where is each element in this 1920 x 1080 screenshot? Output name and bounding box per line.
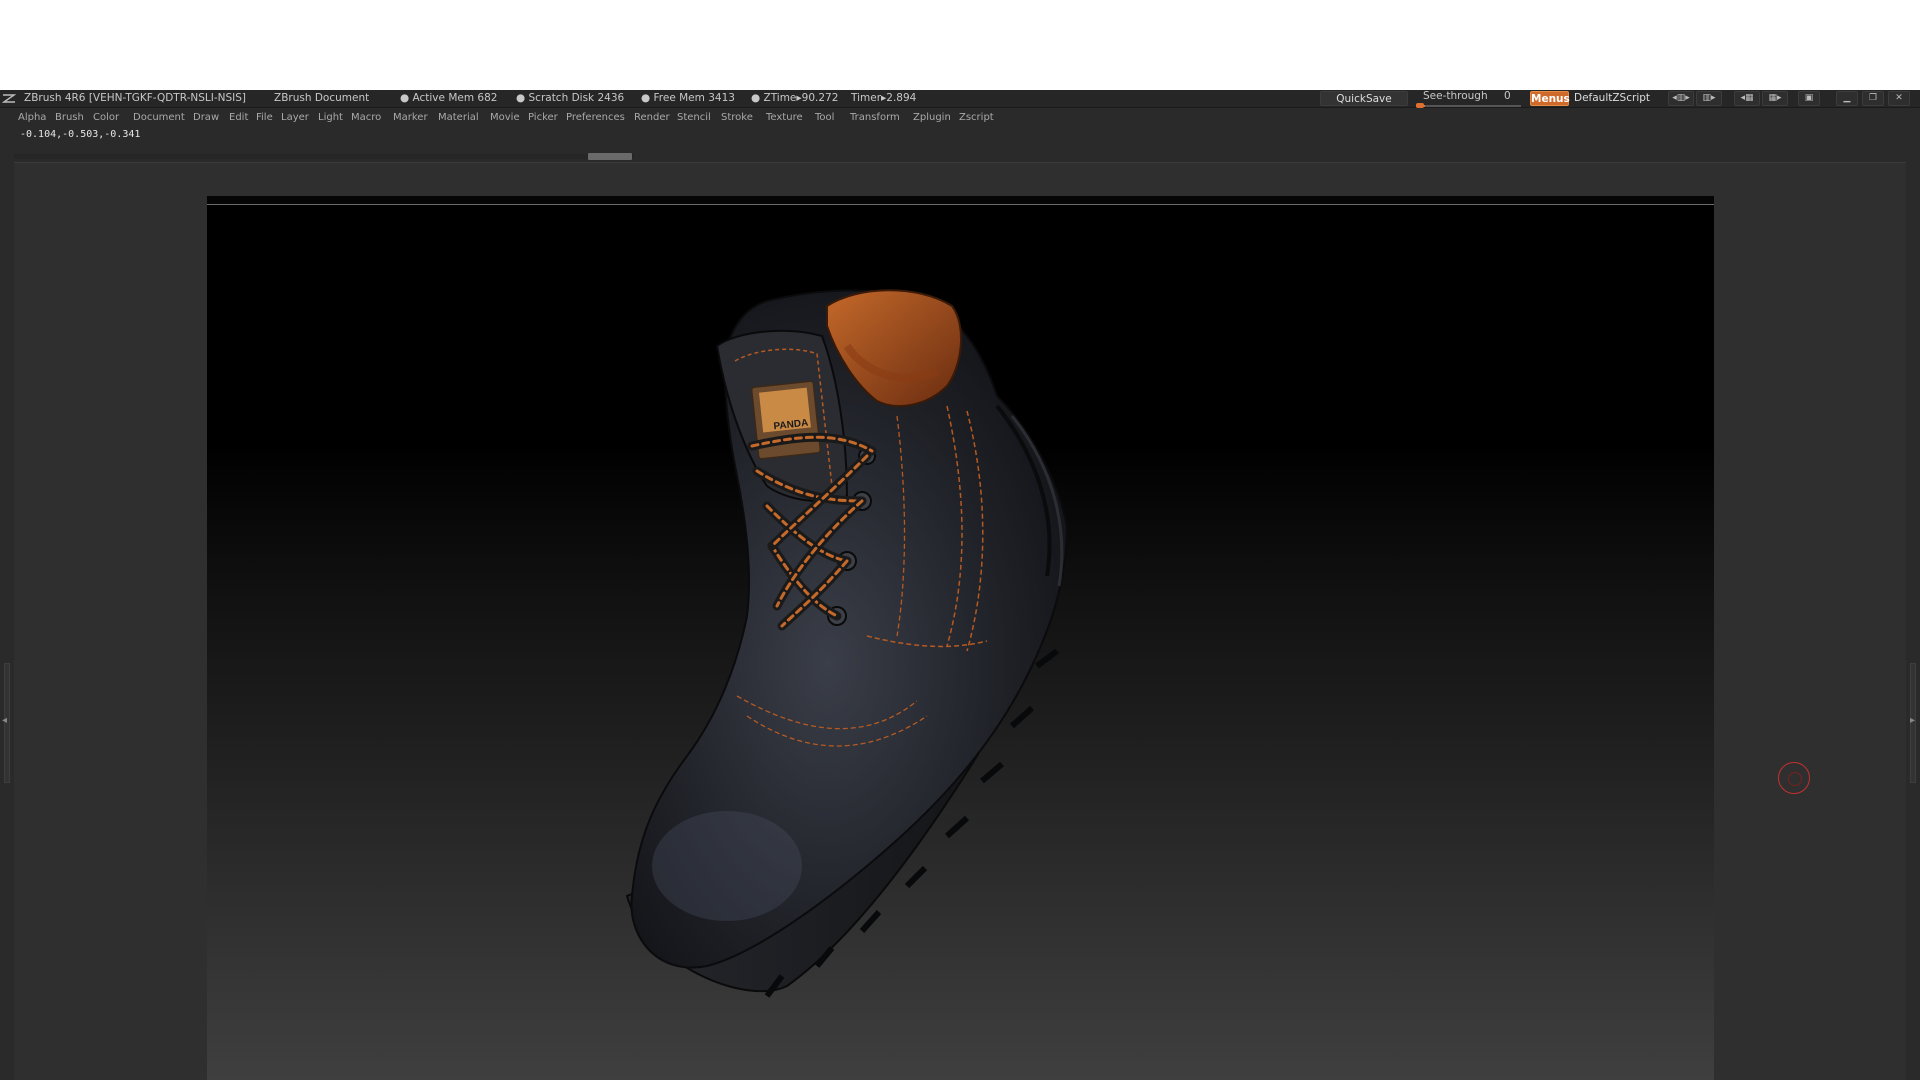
menu-edit[interactable]: Edit (229, 112, 248, 123)
menu-render[interactable]: Render (634, 112, 670, 123)
save-ui-icon[interactable]: ▣ (1798, 91, 1820, 106)
menu-zscript[interactable]: Zscript (959, 112, 994, 123)
menu-texture[interactable]: Texture (766, 112, 803, 123)
menu-picker[interactable]: Picker (528, 112, 558, 123)
app-title: ZBrush 4R6 [VEHN-TGKF-QDTR-NSLI-NSIS] (24, 92, 247, 104)
layout-icon[interactable]: ◂▦ (1734, 91, 1760, 106)
menu-material[interactable]: Material (438, 112, 479, 123)
menus-button[interactable]: Menus (1530, 91, 1570, 106)
minimize-icon[interactable]: ▁ (1836, 91, 1858, 106)
quicksave-button[interactable]: QuickSave (1320, 91, 1408, 106)
horizontal-scrollbar-thumb[interactable] (588, 153, 632, 160)
coordinates-readout: -0.104,-0.503,-0.341 (20, 129, 141, 140)
menu-macro[interactable]: Macro (351, 112, 381, 123)
close-icon[interactable]: ✕ (1888, 91, 1910, 106)
title-bar: ZBrush 4R6 [VEHN-TGKF-QDTR-NSLI-NSIS] ZB… (0, 90, 1920, 108)
zbrush-window: ZBrush 4R6 [VEHN-TGKF-QDTR-NSLI-NSIS] ZB… (0, 90, 1920, 1080)
menu-stroke[interactable]: Stroke (721, 112, 753, 123)
menu-transform[interactable]: Transform (850, 112, 900, 123)
default-zscript-button[interactable]: DefaultZScript (1574, 90, 1650, 107)
right-tray-arrow-icon[interactable]: ▸ (1910, 715, 1915, 726)
menu-alpha[interactable]: Alpha (18, 112, 46, 123)
document-title: ZBrush Document (274, 92, 370, 104)
document-canvas[interactable]: PANDA (207, 196, 1714, 1080)
menu-brush[interactable]: Brush (55, 112, 84, 123)
menu-light[interactable]: Light (318, 112, 343, 123)
menu-document[interactable]: Document (133, 112, 185, 123)
scratch-disk-readout: ● Scratch Disk 2436 (516, 92, 625, 104)
menu-zplugin[interactable]: Zplugin (913, 112, 951, 123)
active-mem-readout: ● Active Mem 682 (400, 92, 498, 104)
boot-model[interactable]: PANDA (207, 196, 1714, 1080)
timer-readout: Timer▸2.894 (851, 92, 917, 104)
see-through-label: See-through (1423, 90, 1488, 102)
palette-left-icon[interactable]: ◂▥▸ (1668, 91, 1694, 106)
menu-draw[interactable]: Draw (193, 112, 219, 123)
zbrush-logo-icon[interactable] (2, 93, 16, 104)
palette-right-icon[interactable]: ▥▸ (1696, 91, 1722, 106)
see-through-slider[interactable] (1416, 105, 1521, 107)
menu-stencil[interactable]: Stencil (677, 112, 711, 123)
layout-swap-icon[interactable]: ▦▸ (1762, 91, 1788, 106)
free-mem-readout: ● Free Mem 3413 (641, 92, 735, 104)
menu-layer[interactable]: Layer (281, 112, 309, 123)
menu-movie[interactable]: Movie (490, 112, 520, 123)
see-through-value: 0 (1504, 90, 1511, 102)
menu-color[interactable]: Color (93, 112, 119, 123)
brush-cursor-icon (1778, 762, 1810, 794)
horizontal-scrollbar[interactable] (14, 154, 634, 159)
menu-marker[interactable]: Marker (393, 112, 428, 123)
menu-tool[interactable]: Tool (815, 112, 834, 123)
menu-preferences[interactable]: Preferences (566, 112, 625, 123)
restore-icon[interactable]: ❐ (1862, 91, 1884, 106)
left-tray-arrow-icon[interactable]: ◂ (2, 715, 7, 726)
menu-bar: Alpha Brush Color Document Draw Edit Fil… (0, 108, 1920, 128)
ztime-readout: ● ZTime▸90.272 (751, 92, 839, 104)
menu-file[interactable]: File (256, 112, 273, 123)
